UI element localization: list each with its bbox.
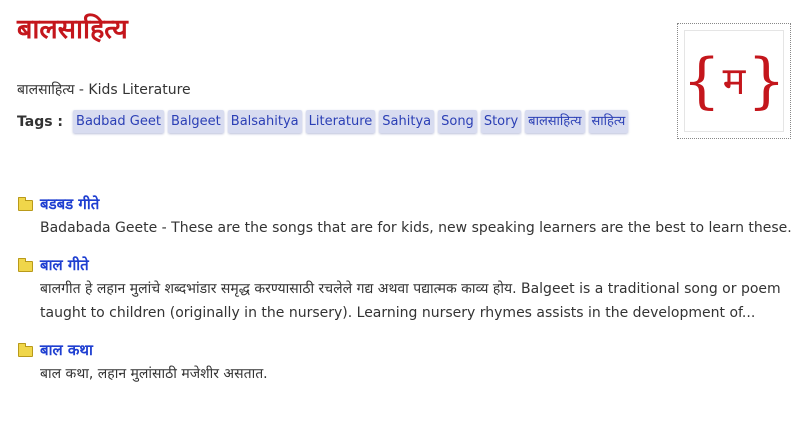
site-logo[interactable]: { म }	[677, 23, 791, 139]
list-item: बाल गीते बालगीत हे लहान मुलांचे शब्दभांड…	[18, 254, 798, 325]
tag-story[interactable]: Story	[480, 110, 522, 133]
item-title-link[interactable]: बाल गीते	[40, 254, 798, 276]
item-description: बाल कथा, लहान मुलांसाठी मजेशीर असतात.	[40, 366, 268, 382]
folder-icon	[18, 343, 33, 357]
logo-mark: { म }	[682, 30, 786, 132]
tag-sahitya-marathi[interactable]: साहित्य	[588, 110, 629, 133]
tags-label: Tags :	[17, 113, 64, 130]
folder-icon	[18, 197, 33, 211]
tag-song[interactable]: Song	[438, 110, 477, 133]
category-list: बडबड गीते Badabada Geete - These are the…	[18, 193, 798, 400]
page-title: बालसाहित्य	[17, 14, 128, 45]
list-item: बाल कथा बाल कथा, लहान मुलांसाठी मजेशीर अ…	[18, 339, 798, 386]
page-subtitle: बालसाहित्य - Kids Literature	[17, 82, 191, 98]
tag-balsahitya[interactable]: Balsahitya	[227, 110, 302, 133]
logo-right-brace: }	[747, 46, 786, 116]
folder-icon	[18, 258, 33, 272]
list-item: बडबड गीते Badabada Geete - These are the…	[18, 193, 798, 240]
tag-literature[interactable]: Literature	[305, 110, 376, 133]
logo-left-brace: {	[682, 46, 721, 116]
tag-balsahitya-marathi[interactable]: बालसाहित्य	[525, 110, 585, 133]
item-description: बालगीत हे लहान मुलांचे शब्दभांडार समृद्ध…	[40, 281, 781, 321]
tag-balgeet[interactable]: Balgeet	[167, 110, 224, 133]
logo-letter: म	[722, 59, 746, 103]
item-description: Badabada Geete - These are the songs tha…	[40, 220, 792, 236]
tag-badbad-geet[interactable]: Badbad Geet	[73, 110, 164, 133]
tag-sahitya[interactable]: Sahitya	[379, 110, 435, 133]
tags-row: Tags : Badbad Geet Balgeet Balsahitya Li…	[17, 110, 632, 133]
item-title-link[interactable]: बाल कथा	[40, 339, 798, 361]
item-title-link[interactable]: बडबड गीते	[40, 193, 798, 215]
